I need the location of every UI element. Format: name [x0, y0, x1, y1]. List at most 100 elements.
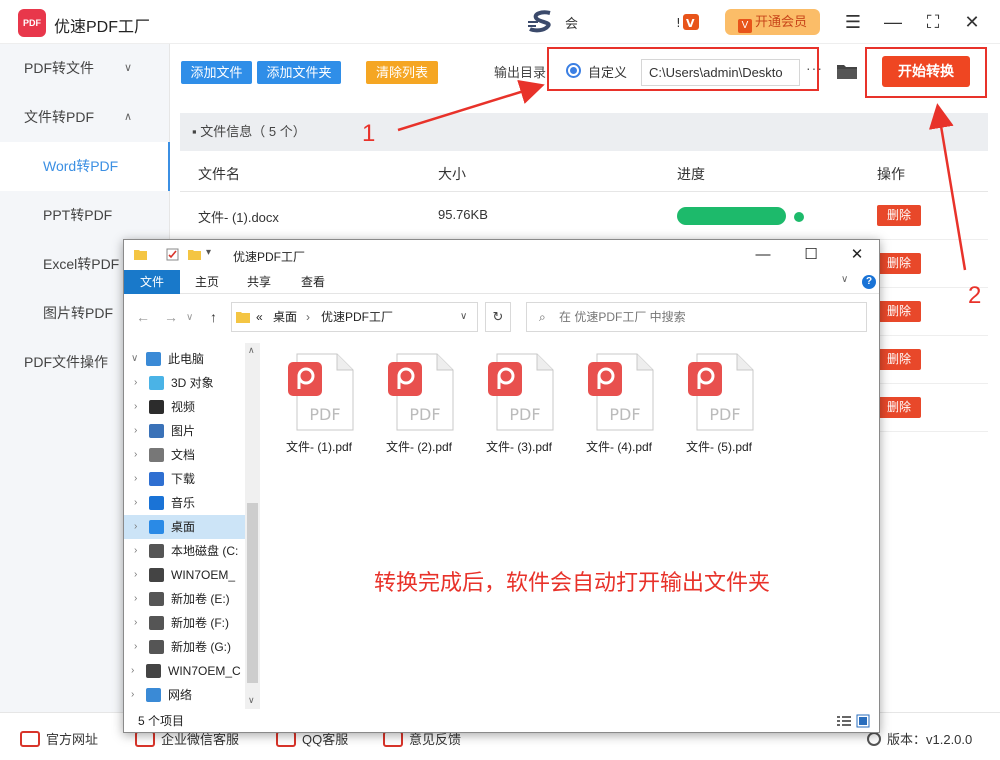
- pdf-file-icon: PDF: [588, 353, 654, 431]
- maximize-icon[interactable]: ⛶: [921, 10, 945, 34]
- tree-item[interactable]: › 新加卷 (E:): [124, 587, 245, 611]
- tree-item-label: WIN7OEM_C: [168, 664, 241, 678]
- view-mode-icon[interactable]: [836, 714, 870, 728]
- delete-button[interactable]: 删除: [877, 253, 921, 274]
- delete-button[interactable]: 删除: [877, 205, 921, 226]
- tab-file[interactable]: 文件: [124, 270, 180, 294]
- sidebar-item-pdf-to-file[interactable]: PDF转文件 ∨: [0, 44, 170, 93]
- sidebar-item-file-to-pdf[interactable]: 文件转PDF ∧: [0, 93, 170, 142]
- breadcrumb-desktop[interactable]: 桌面: [273, 303, 297, 331]
- file-item[interactable]: PDF 文件- (3).pdf: [474, 345, 564, 455]
- search-input[interactable]: ⌕ 在 优速PDF工厂 中搜索: [526, 302, 867, 332]
- menu-icon[interactable]: ☰: [841, 10, 865, 34]
- refresh-icon[interactable]: ↻: [485, 302, 511, 332]
- official-site-link[interactable]: 官方网址: [20, 729, 98, 748]
- scroll-down-icon[interactable]: ∨: [248, 695, 255, 706]
- add-file-button[interactable]: 添加文件: [181, 61, 252, 84]
- chevron-right-icon[interactable]: ›: [134, 587, 137, 611]
- close-icon[interactable]: ✕: [960, 10, 984, 34]
- tree-item[interactable]: › 音乐: [124, 491, 245, 515]
- file-name-label: 文件- (1).pdf: [285, 440, 352, 454]
- chevron-right-icon[interactable]: ›: [134, 395, 137, 419]
- tab-view[interactable]: 查看: [288, 270, 338, 294]
- ribbon-expand-icon[interactable]: ∨: [841, 274, 848, 285]
- minimize-icon[interactable]: —: [749, 244, 777, 266]
- forward-icon[interactable]: →: [164, 309, 178, 325]
- help-icon[interactable]: ?: [862, 275, 876, 289]
- breadcrumb-overflow[interactable]: «: [256, 303, 263, 331]
- up-icon[interactable]: ↑: [210, 309, 217, 325]
- column-header-size: 大小: [438, 166, 466, 182]
- chevron-right-icon[interactable]: ›: [134, 467, 137, 491]
- chevron-right-icon[interactable]: ›: [134, 563, 137, 587]
- maximize-icon[interactable]: ☐: [797, 244, 825, 266]
- address-bar[interactable]: « 桌面 › 优速PDF工厂 ∨: [231, 302, 478, 332]
- tree-node-icon: [149, 520, 164, 534]
- delete-button[interactable]: 删除: [877, 349, 921, 370]
- clear-list-button[interactable]: 清除列表: [366, 61, 438, 84]
- member-text[interactable]: 会: [565, 13, 578, 32]
- version-label: 版本：v1.2.0.0: [887, 732, 973, 747]
- close-icon[interactable]: ✕: [843, 244, 871, 266]
- delete-button[interactable]: 删除: [877, 301, 921, 322]
- tab-share[interactable]: 共享: [234, 270, 284, 294]
- scroll-thumb[interactable]: [247, 503, 258, 683]
- promo-icon[interactable]: ! V: [676, 13, 702, 31]
- chevron-right-icon[interactable]: ›: [134, 491, 137, 515]
- sidebar-item-word-to-pdf[interactable]: Word转PDF: [0, 142, 170, 191]
- chevron-right-icon[interactable]: ›: [134, 443, 137, 467]
- delete-button[interactable]: 删除: [877, 397, 921, 418]
- folder-icon[interactable]: [836, 61, 858, 81]
- tree-item[interactable]: › 新加卷 (G:): [124, 635, 245, 659]
- tree-item[interactable]: › 图片: [124, 419, 245, 443]
- quick-access-chevron-icon[interactable]: ▾: [206, 247, 211, 258]
- chevron-right-icon[interactable]: ›: [131, 683, 134, 707]
- vip-button[interactable]: V 开通会员: [725, 9, 820, 35]
- tree-node-icon: [149, 592, 164, 606]
- vip-label: 开通会员: [754, 14, 807, 29]
- tree-item[interactable]: › WIN7OEM_: [124, 563, 245, 587]
- back-icon[interactable]: ←: [136, 309, 150, 325]
- item-count: 5 个项目: [138, 714, 185, 728]
- annotation-box-start: [865, 47, 987, 98]
- address-dropdown-icon[interactable]: ∨: [460, 303, 467, 331]
- properties-icon[interactable]: [166, 248, 179, 261]
- chevron-down-icon[interactable]: ∨: [131, 347, 138, 371]
- s-logo-icon[interactable]: [528, 10, 556, 34]
- tree-item[interactable]: › 文档: [124, 443, 245, 467]
- clock-icon: [867, 732, 881, 746]
- tab-home[interactable]: 主页: [182, 270, 232, 294]
- sidebar-item-ppt-to-pdf[interactable]: PPT转PDF: [0, 191, 170, 240]
- file-item[interactable]: PDF 文件- (5).pdf: [674, 345, 764, 455]
- chevron-right-icon[interactable]: ›: [134, 515, 137, 539]
- tree-item[interactable]: › WIN7OEM_C: [124, 659, 245, 683]
- file-item[interactable]: PDF 文件- (1).pdf: [274, 345, 364, 455]
- tree-item[interactable]: › 网络: [124, 683, 245, 707]
- add-folder-button[interactable]: 添加文件夹: [257, 61, 341, 84]
- tree-node-icon: [146, 664, 161, 678]
- tree-item[interactable]: › 3D 对象: [124, 371, 245, 395]
- chevron-right-icon[interactable]: ›: [134, 611, 137, 635]
- tree-scrollbar[interactable]: ∧ ∨: [245, 343, 260, 709]
- chevron-right-icon[interactable]: ›: [134, 419, 137, 443]
- tree-node-icon: [149, 616, 164, 630]
- chevron-right-icon[interactable]: ›: [134, 371, 137, 395]
- tree-item[interactable]: › 视频: [124, 395, 245, 419]
- chevron-right-icon[interactable]: ›: [134, 635, 137, 659]
- chevron-right-icon[interactable]: ›: [131, 659, 134, 683]
- file-item[interactable]: PDF 文件- (2).pdf: [374, 345, 464, 455]
- chevron-right-icon[interactable]: ›: [134, 539, 137, 563]
- tree-item-label: 音乐: [171, 496, 196, 510]
- breadcrumb-current[interactable]: 优速PDF工厂: [321, 303, 393, 331]
- file-item[interactable]: PDF 文件- (4).pdf: [574, 345, 664, 455]
- tree-item[interactable]: › 下载: [124, 467, 245, 491]
- scroll-up-icon[interactable]: ∧: [248, 345, 255, 356]
- tree-item[interactable]: › 桌面: [124, 515, 245, 539]
- recent-chevron-icon[interactable]: ∨: [186, 312, 193, 323]
- new-folder-icon[interactable]: [188, 248, 201, 261]
- folder-icon: [236, 312, 250, 323]
- tree-item[interactable]: ∨ 此电脑: [124, 347, 245, 371]
- minimize-icon[interactable]: —: [881, 10, 905, 34]
- tree-item[interactable]: › 新加卷 (F:): [124, 611, 245, 635]
- tree-item[interactable]: › 本地磁盘 (C:: [124, 539, 245, 563]
